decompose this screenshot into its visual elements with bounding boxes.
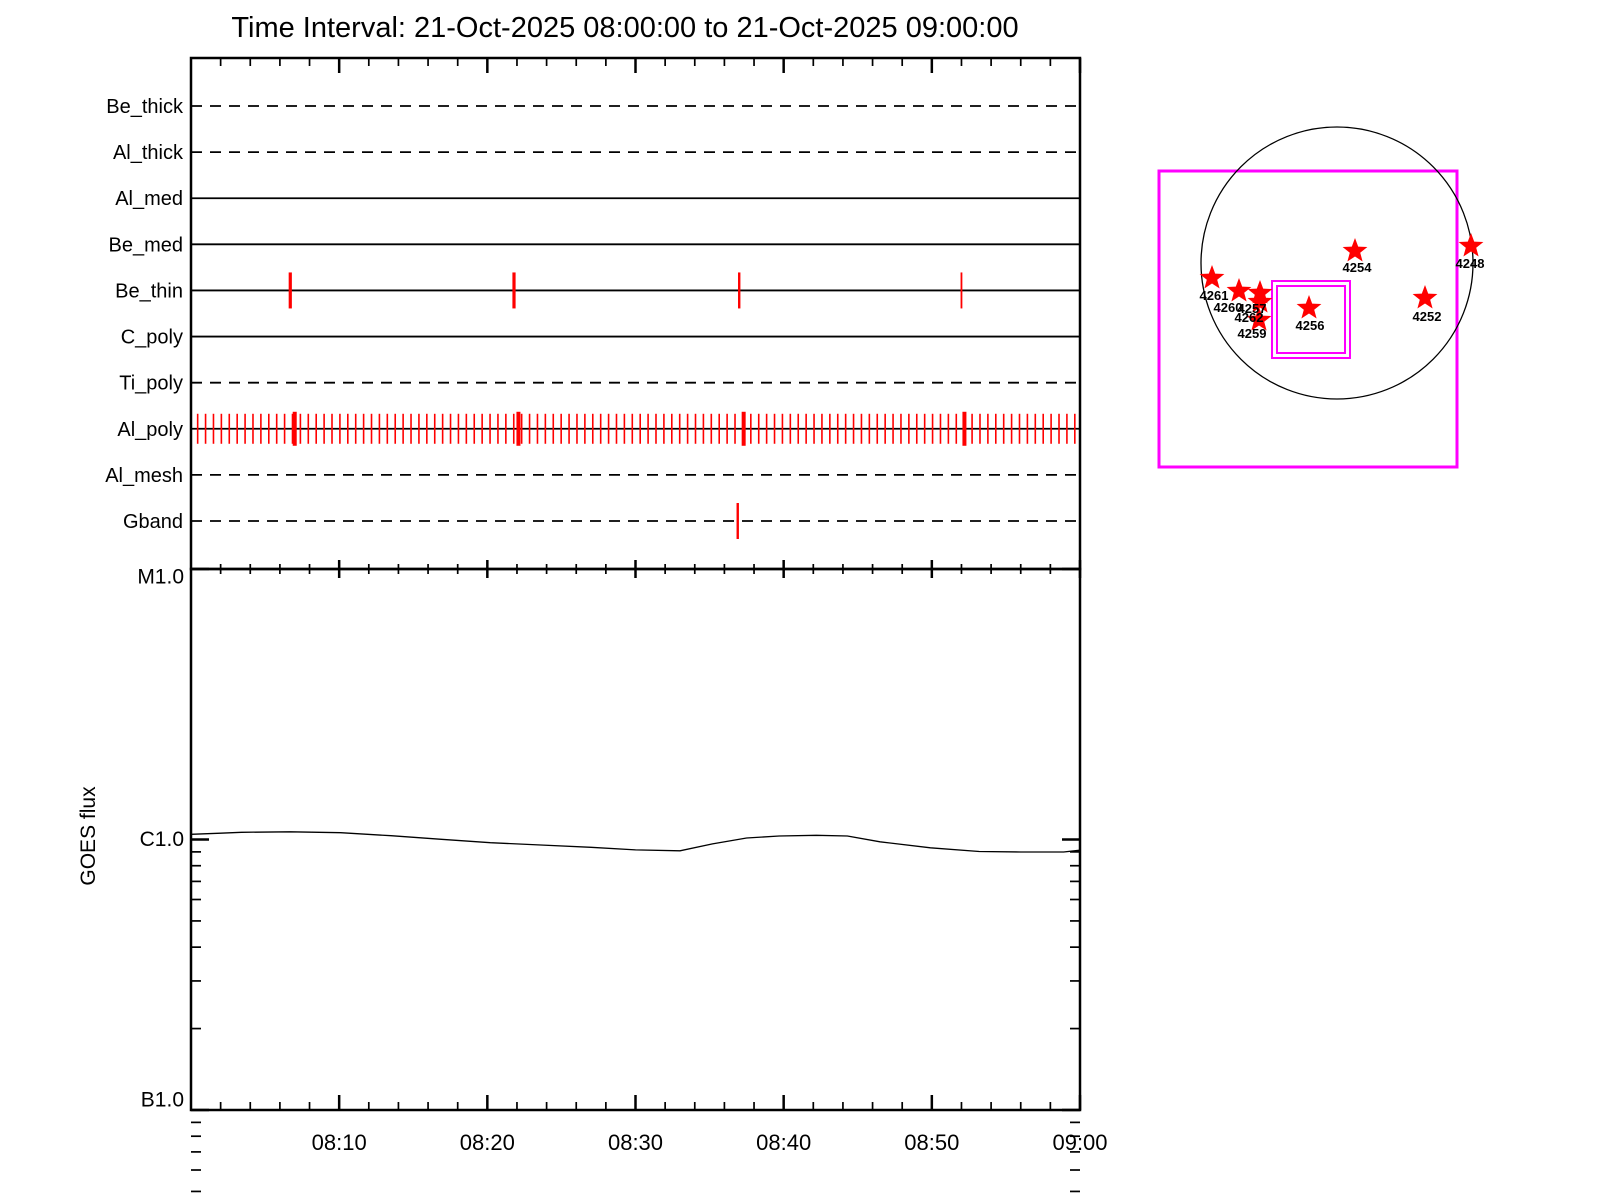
goes-y-tick-label: B1.0 bbox=[141, 1089, 184, 1112]
chart-title: Time Interval: 21-Oct-2025 08:00:00 to 2… bbox=[231, 12, 1019, 44]
filter-label-Al_poly: Al_poly bbox=[117, 419, 183, 441]
goes-x-tick-label: 08:50 bbox=[904, 1130, 959, 1155]
goes-x-tick-label: 09:00 bbox=[1052, 1130, 1107, 1155]
filter-label-Be_thin: Be_thin bbox=[115, 280, 183, 302]
active-region-label-4259: 4259 bbox=[1238, 326, 1267, 341]
goes-x-tick-label: 08:40 bbox=[756, 1130, 811, 1155]
plot-canvas: Be_thick Al_thick Al_med Be_med Be_thin C_pol… bbox=[77, 56, 1485, 1193]
active-region-star-4248 bbox=[1458, 233, 1484, 257]
timeline-frame bbox=[189, 56, 1082, 571]
filter-label-Be_med: Be_med bbox=[109, 234, 184, 256]
active-region-label-4254: 4254 bbox=[1343, 260, 1373, 275]
filter-label-Gband: Gband bbox=[123, 511, 183, 533]
active-region-star-4260 bbox=[1226, 278, 1252, 302]
plot-page: Time Interval: 21-Oct-2025 08:00:00 to 2… bbox=[0, 0, 1600, 1200]
goes-frame bbox=[189, 567, 1082, 1112]
goes-y-axis-title: GOES flux bbox=[77, 786, 100, 886]
filter-label-Al_thick: Al_thick bbox=[113, 142, 184, 164]
active-region-star-4252 bbox=[1412, 285, 1438, 309]
active-region-label-4256: 4256 bbox=[1296, 318, 1325, 333]
instrument-timeline-panel: Be_thick Al_thick Al_med Be_med Be_thin C_pol… bbox=[105, 56, 1082, 571]
active-region-label-4262: 4262 bbox=[1235, 310, 1264, 325]
goes-flux-panel: M1.0 C1.0 B1.0 08:10 08:20 08:30 08:40 08:50 09:… bbox=[137, 560, 1108, 1193]
goes-y-tick-label: M1.0 bbox=[137, 566, 184, 589]
filter-label-C_poly: C_poly bbox=[121, 327, 183, 349]
goes-x-tick-label: 08:10 bbox=[312, 1130, 367, 1155]
active-region-star-4254 bbox=[1342, 238, 1368, 262]
active-region-star-4256 bbox=[1296, 295, 1322, 319]
goes-flux-curve bbox=[190, 831, 1081, 853]
goes-x-tick-label: 08:20 bbox=[460, 1130, 515, 1155]
active-region-label-4252: 4252 bbox=[1413, 309, 1442, 324]
filter-label-Be_thick: Be_thick bbox=[106, 96, 184, 118]
goes-y-tick-label: C1.0 bbox=[140, 828, 184, 851]
solar-map: 426142604257426242594256425442524248 bbox=[1157, 126, 1485, 469]
goes-x-tick-label: 08:30 bbox=[608, 1130, 663, 1155]
filter-label-Al_mesh: Al_mesh bbox=[105, 465, 183, 487]
filter-label-Al_med: Al_med bbox=[115, 188, 183, 210]
filter-label-Ti_poly: Ti_poly bbox=[119, 373, 183, 395]
active-region-label-4248: 4248 bbox=[1456, 256, 1485, 271]
